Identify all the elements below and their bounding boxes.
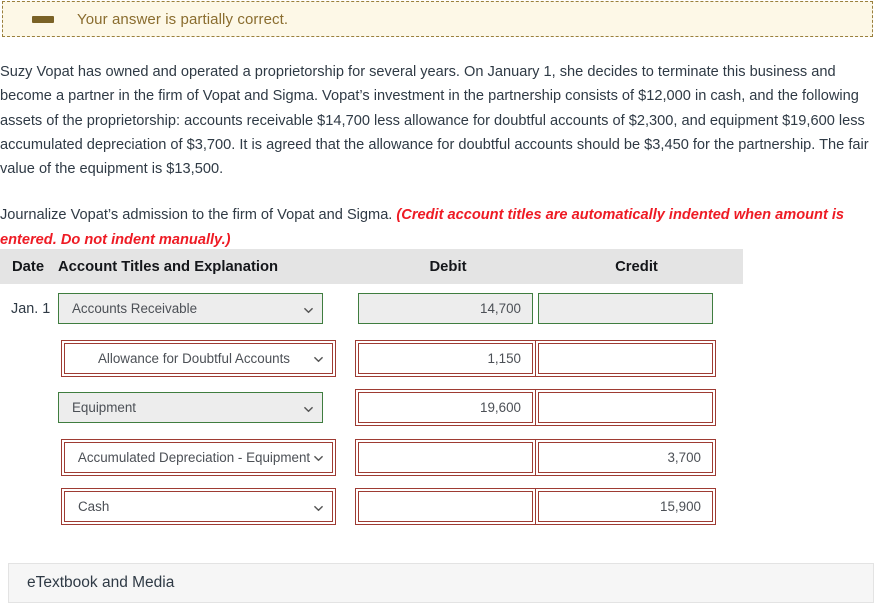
debit-input-4[interactable] bbox=[355, 488, 536, 526]
etextbook-and-media-label: eTextbook and Media bbox=[27, 574, 175, 591]
cell-credit: 3,700 bbox=[535, 438, 735, 476]
account-title-value: Accumulated Depreciation - Equipment bbox=[77, 449, 311, 465]
cell-account: Accounts Receivable bbox=[58, 293, 358, 325]
cell-credit: 15,900 bbox=[535, 488, 735, 526]
problem-statement: Suzy Vopat has owned and operated a prop… bbox=[0, 60, 880, 252]
account-title-select-3[interactable]: Accumulated Depreciation - Equipment bbox=[61, 438, 336, 476]
account-title-value: Allowance for Doubtful Accounts bbox=[97, 350, 291, 366]
cell-credit bbox=[538, 293, 735, 325]
credit-input-4[interactable]: 15,900 bbox=[535, 488, 716, 526]
cell-debit: 19,600 bbox=[355, 389, 538, 427]
account-title-value: Cash bbox=[78, 499, 110, 515]
cell-debit: 1,150 bbox=[355, 339, 538, 377]
credit-input-1[interactable] bbox=[535, 339, 716, 377]
cell-account: Accumulated Depreciation - Equipment bbox=[58, 438, 358, 476]
debit-input-0[interactable]: 14,700 bbox=[358, 293, 533, 325]
cell-debit bbox=[355, 488, 538, 526]
account-title-select-1[interactable]: Allowance for Doubtful Accounts bbox=[61, 339, 336, 377]
etextbook-and-media-bar[interactable]: eTextbook and Media bbox=[8, 563, 874, 603]
credit-input-0[interactable] bbox=[538, 293, 713, 325]
header-account: Account Titles and Explanation bbox=[58, 258, 279, 275]
cell-account: Equipment bbox=[58, 392, 358, 424]
account-title-select-0[interactable]: Accounts Receivable bbox=[58, 293, 323, 325]
table-row: Jan. 1 Accounts Receivable 14,700 bbox=[0, 284, 743, 334]
alert-message: Your answer is partially correct. bbox=[77, 10, 289, 28]
minus-dash-icon bbox=[32, 15, 54, 23]
table-header-row: Date Account Titles and Explanation Debi… bbox=[0, 249, 743, 284]
chevron-down-icon bbox=[304, 307, 313, 313]
account-title-value: Equipment bbox=[72, 400, 137, 416]
cell-credit bbox=[535, 389, 735, 427]
header-credit: Credit bbox=[615, 258, 658, 275]
cell-account: Cash bbox=[58, 488, 358, 526]
account-title-select-2[interactable]: Equipment bbox=[58, 392, 323, 424]
chevron-down-icon bbox=[304, 406, 313, 412]
account-title-select-4[interactable]: Cash bbox=[61, 488, 336, 526]
chevron-down-icon bbox=[314, 456, 323, 462]
problem-instruction: Journalize Vopat’s admission to the firm… bbox=[0, 203, 880, 252]
table-row: Allowance for Doubtful Accounts 1,150 bbox=[0, 334, 743, 384]
credit-input-2[interactable] bbox=[535, 389, 716, 427]
cell-account: Allowance for Doubtful Accounts bbox=[58, 339, 358, 377]
instruction-plain-text: Journalize Vopat’s admission to the firm… bbox=[0, 207, 397, 224]
cell-credit bbox=[535, 339, 735, 377]
cell-date: Jan. 1 bbox=[11, 300, 51, 317]
chevron-down-icon bbox=[314, 505, 323, 511]
header-date: Date bbox=[12, 258, 45, 275]
cell-debit bbox=[355, 438, 538, 476]
table-row: Cash 15,900 bbox=[0, 482, 743, 532]
header-debit: Debit bbox=[429, 258, 467, 275]
journal-entry-table: Date Account Titles and Explanation Debi… bbox=[0, 249, 743, 532]
credit-input-3[interactable]: 3,700 bbox=[535, 438, 716, 476]
cell-debit: 14,700 bbox=[358, 293, 538, 325]
table-row: Accumulated Depreciation - Equipment 3,70… bbox=[0, 433, 743, 483]
debit-input-2[interactable]: 19,600 bbox=[355, 389, 536, 427]
partially-correct-alert: Your answer is partially correct. bbox=[2, 1, 873, 37]
table-row: Equipment 19,600 bbox=[0, 383, 743, 433]
debit-input-1[interactable]: 1,150 bbox=[355, 339, 536, 377]
problem-paragraph: Suzy Vopat has owned and operated a prop… bbox=[0, 64, 869, 178]
account-title-value: Accounts Receivable bbox=[72, 301, 198, 317]
debit-input-3[interactable] bbox=[355, 438, 536, 476]
chevron-down-icon bbox=[314, 357, 323, 363]
